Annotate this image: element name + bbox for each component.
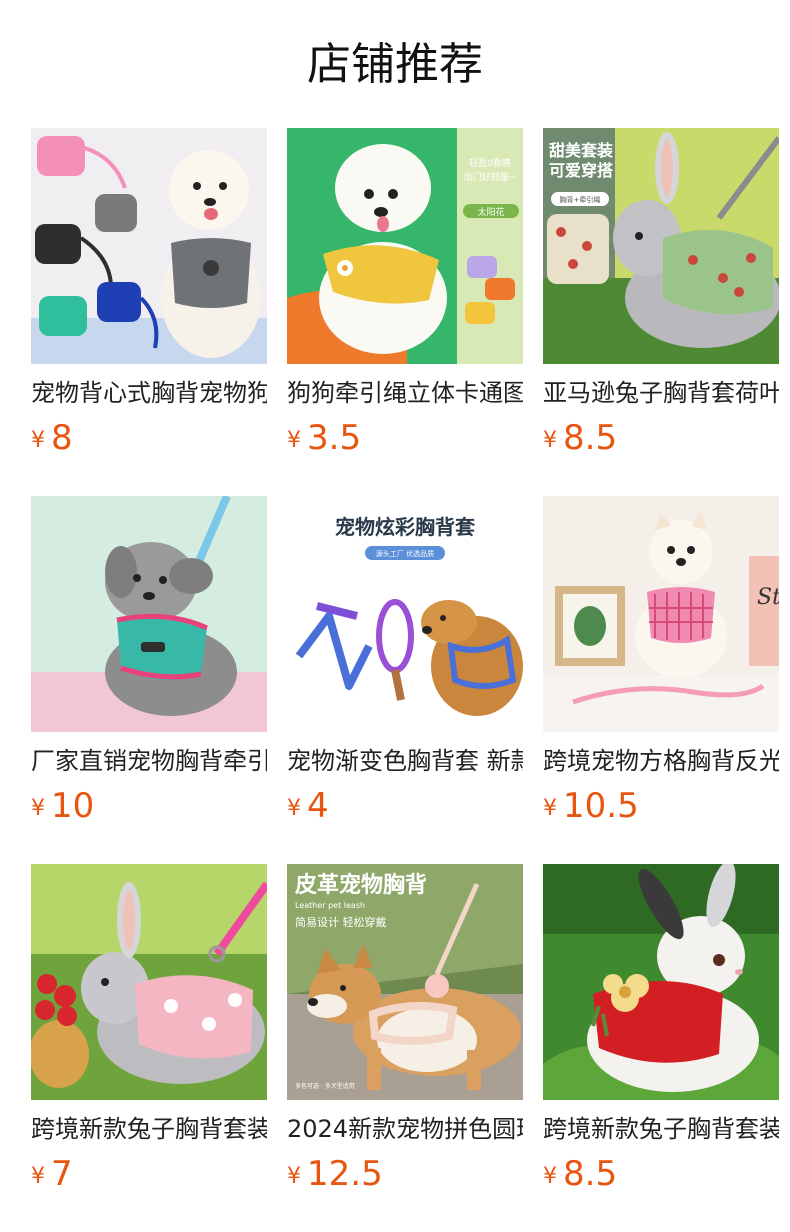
product-card[interactable]: 轻盈0勒感 出门好舒服~ 太阳花 狗狗牵引绳立体卡通图案 ¥3.5 (287, 128, 523, 458)
product-image-gradient-harness: 宠物炫彩胸背套 源头工厂 优选品质 a69f23d8261688.com (287, 496, 523, 732)
product-price: ¥10.5 (543, 784, 779, 828)
product-price: ¥8.5 (543, 1152, 779, 1196)
product-image[interactable]: 宠物炫彩胸背套 源头工厂 优选品质 a69f23d8261688.com (287, 496, 523, 732)
image-headline: 可爱穿搭 (549, 161, 614, 180)
product-price: ¥8 (31, 416, 267, 460)
product-name[interactable]: 跨境新款兔子胸背套装 (31, 1112, 267, 1146)
product-grid: 宠物背心式胸背宠物狗绳 ¥8 (31, 128, 790, 1194)
image-watermark: a69f23d8261688.com (424, 720, 502, 728)
price-value: 4 (307, 786, 329, 826)
image-headline: 甜美套装 (549, 141, 613, 160)
price-value: 8.5 (563, 418, 618, 458)
product-price: ¥7 (31, 1152, 267, 1196)
store-recommendations-page: 店铺推荐 宠物背心式胸背宠物狗 ¥ 8 轻盈0勒感 出门好舒服~ 太阳花 狗狗牵… (0, 0, 790, 1232)
product-price: ¥10 (31, 784, 267, 828)
price-value: 12.5 (307, 1154, 383, 1194)
image-footnote: 多色可选 · 多犬型适用 (295, 1082, 355, 1090)
product-card[interactable]: 跨境新款兔子胸背套装 ¥8.5 (543, 864, 779, 1194)
currency-symbol: ¥ (287, 428, 301, 453)
product-image[interactable]: 甜美套装 可爱穿搭 胸背+牵引绳 (543, 128, 779, 364)
product-price: ¥4 (287, 784, 523, 828)
image-tagline: 出门好舒服~ (464, 171, 517, 183)
product-image-leather-harness: 皮革宠物胸背 Leather pet leash 简易设计 轻松穿戴 多色可选 … (287, 864, 523, 1100)
image-subtitle: Leather pet leash (295, 901, 365, 910)
product-name[interactable]: 狗狗牵引绳立体卡通图案 (287, 376, 523, 410)
price-value: 10 (51, 786, 95, 826)
image-tag: 胸背+牵引绳 (560, 195, 601, 204)
currency-symbol: ¥ (31, 796, 45, 821)
product-image-rabbit-floral-harness: 甜美套装 可爱穿搭 胸背+牵引绳 (543, 128, 779, 364)
product-card[interactable]: Sty 跨境宠物方格胸背反光款 (543, 496, 779, 826)
product-price: ¥8.5 (543, 416, 779, 460)
product-name[interactable]: 宠物渐变色胸背套 新款 (287, 744, 523, 778)
product-price: ¥3.5 (287, 416, 523, 460)
product-card[interactable]: 宠物背心式胸背宠物狗绳 ¥8 (31, 128, 267, 458)
section-title: 店铺推荐 (307, 39, 483, 90)
price-value: 8 (51, 418, 73, 458)
product-name[interactable]: 亚马逊兔子胸背套荷叶边 (543, 376, 779, 410)
image-tag: 源头工厂 优选品质 (376, 549, 434, 558)
currency-symbol: ¥ (543, 428, 557, 453)
image-headline: 宠物炫彩胸背套 (335, 515, 475, 539)
product-image[interactable]: 皮革宠物胸背 Leather pet leash 简易设计 轻松穿戴 多色可选 … (287, 864, 523, 1100)
product-image-plaid-harness: Sty (543, 496, 779, 732)
product-image[interactable] (31, 128, 267, 364)
price-value: 3.5 (307, 418, 362, 458)
product-name[interactable]: 跨境宠物方格胸背反光款 (543, 744, 779, 778)
image-tagline: 轻盈0勒感 (469, 157, 511, 169)
image-tag: 太阳花 (477, 206, 504, 218)
product-name[interactable]: 厂家直销宠物胸背牵引绳 (31, 744, 267, 778)
product-name[interactable]: 跨境新款兔子胸背套装 (543, 1112, 779, 1146)
currency-symbol: ¥ (31, 1164, 45, 1189)
product-image-harness-set (31, 128, 267, 364)
price-value: 7 (51, 1154, 73, 1194)
product-image[interactable]: Sty (543, 496, 779, 732)
product-image-rabbit-pink-harness (31, 864, 267, 1100)
product-card[interactable]: 甜美套装 可爱穿搭 胸背+牵引绳 亚马逊兔子胸背套荷叶边 ¥8.5 (543, 128, 779, 458)
product-image[interactable] (31, 496, 267, 732)
image-headline: 皮革宠物胸背 (295, 872, 427, 898)
product-card[interactable]: 跨境新款兔子胸背套装 ¥7 (31, 864, 267, 1194)
product-name[interactable]: 2024新款宠物拼色圆环 (287, 1112, 523, 1146)
product-card[interactable]: 皮革宠物胸背 Leather pet leash 简易设计 轻松穿戴 多色可选 … (287, 864, 523, 1194)
product-image[interactable]: 轻盈0勒感 出门好舒服~ 太阳花 (287, 128, 523, 364)
currency-symbol: ¥ (31, 428, 45, 453)
product-image-schnauzer-harness (31, 496, 267, 732)
currency-symbol: ¥ (287, 1164, 301, 1189)
product-image-rabbit-red-vest (543, 864, 779, 1100)
product-image[interactable] (543, 864, 779, 1100)
product-card[interactable]: 宠物炫彩胸背套 源头工厂 优选品质 a69f23d8261688.com 宠物渐… (287, 496, 523, 826)
product-price: ¥12.5 (287, 1152, 523, 1196)
currency-symbol: ¥ (287, 796, 301, 821)
image-tagline: 简易设计 轻松穿戴 (295, 915, 387, 929)
image-brand-text: Sty (757, 585, 779, 610)
product-name[interactable]: 宠物背心式胸背宠物狗绳 (31, 376, 267, 410)
price-value: 10.5 (563, 786, 639, 826)
product-card[interactable]: 厂家直销宠物胸背牵引绳 ¥10 (31, 496, 267, 826)
product-image[interactable] (31, 864, 267, 1100)
product-image-bichon-harness: 轻盈0勒感 出门好舒服~ 太阳花 (287, 128, 523, 364)
currency-symbol: ¥ (543, 1164, 557, 1189)
price-value: 8.5 (563, 1154, 618, 1194)
currency-symbol: ¥ (543, 796, 557, 821)
